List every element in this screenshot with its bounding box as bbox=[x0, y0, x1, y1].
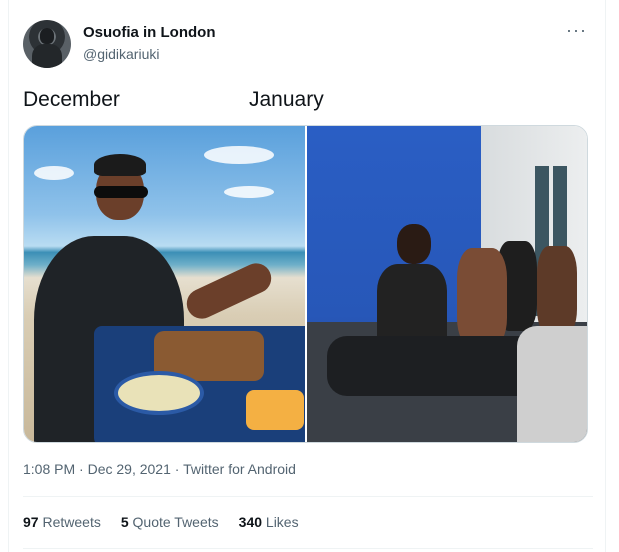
cloud-shape bbox=[204, 146, 274, 164]
quote-tweets-count: 5 bbox=[120, 514, 129, 530]
avatar[interactable] bbox=[23, 20, 71, 68]
meta-separator: · bbox=[79, 461, 84, 477]
likes-count: 340 bbox=[238, 514, 263, 530]
divider bbox=[23, 496, 593, 497]
person-head-shape bbox=[397, 224, 431, 264]
tweet-card: Osuofia in London @gidikariuki ··· Decem… bbox=[8, 0, 606, 552]
photo-beach-restaurant[interactable] bbox=[24, 126, 305, 442]
person-shape bbox=[517, 326, 587, 442]
sunglasses-shape bbox=[94, 186, 148, 198]
tweet-date[interactable]: Dec 29, 2021 bbox=[88, 461, 171, 477]
cloud-shape bbox=[34, 166, 74, 180]
man-arm-shape bbox=[181, 258, 277, 324]
retweets-stat[interactable]: 97 Retweets bbox=[23, 514, 101, 530]
likes-label: Likes bbox=[265, 514, 299, 530]
tweet-media bbox=[23, 125, 588, 443]
person-shape bbox=[457, 248, 507, 348]
divider bbox=[23, 548, 593, 549]
bowl-shape bbox=[114, 371, 204, 415]
tweet-caption-left: December bbox=[23, 88, 120, 111]
tweet-time[interactable]: 1:08 PM bbox=[23, 461, 75, 477]
retweets-count: 97 bbox=[23, 514, 39, 530]
man-hair-shape bbox=[94, 154, 146, 176]
avatar-head-shape bbox=[40, 28, 54, 44]
retweets-label: Retweets bbox=[42, 514, 101, 530]
author-display-name[interactable]: Osuofia in London bbox=[83, 24, 215, 41]
cloud-shape bbox=[224, 186, 274, 198]
photo-police-cell[interactable] bbox=[307, 126, 587, 442]
meta-separator: · bbox=[174, 461, 180, 477]
author-handle[interactable]: @gidikariuki bbox=[83, 46, 159, 62]
avatar-body-shape bbox=[32, 44, 62, 68]
person-shape bbox=[537, 246, 577, 336]
likes-stat[interactable]: 340 Likes bbox=[239, 514, 299, 530]
more-options-icon[interactable]: ··· bbox=[566, 20, 587, 41]
fries-dish-shape bbox=[246, 390, 304, 430]
tweet-text: December January bbox=[23, 88, 593, 112]
tweet-source[interactable]: Twitter for Android bbox=[183, 461, 296, 477]
tweet-meta: 1:08 PM · Dec 29, 2021 · Twitter for And… bbox=[23, 461, 296, 477]
quote-tweets-label: Quote Tweets bbox=[132, 514, 219, 530]
quote-tweets-stat[interactable]: 5 Quote Tweets bbox=[121, 514, 219, 530]
tweet-caption-right: January bbox=[249, 88, 324, 111]
tweet-stats: 97 Retweets 5 Quote Tweets 340 Likes bbox=[23, 514, 299, 530]
